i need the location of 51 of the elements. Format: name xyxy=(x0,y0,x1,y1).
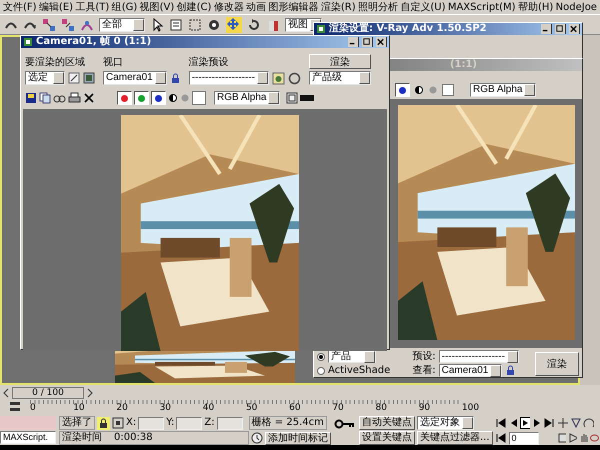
selection-filter-dropdown[interactable]: 全部 xyxy=(99,18,145,32)
menu-item[interactable]: MAXScript(M) xyxy=(448,2,516,12)
selection-count: 选择了 xyxy=(59,416,95,430)
coordinate-label: X: xyxy=(126,417,136,429)
render-time-label: 渲染时间 xyxy=(62,432,102,444)
window-title: 渲染设置: V-Ray Adv 1.50.SP2 xyxy=(329,23,487,35)
key-filters-button[interactable]: 关键点过滤器... xyxy=(417,431,493,445)
render-button[interactable]: 渲染 xyxy=(308,54,371,69)
menu-item[interactable]: 动画 xyxy=(246,0,266,14)
menu-item[interactable]: 帮助(H) xyxy=(518,0,554,14)
field-label: 预设: xyxy=(412,350,436,362)
field-label: 视口 xyxy=(103,57,124,69)
field-label: 要渲染的区域 xyxy=(25,57,86,69)
render-mode-dropdown[interactable]: 产品 xyxy=(328,350,376,363)
menu-item[interactable]: 照明分析 xyxy=(358,0,398,14)
menu-item[interactable]: 工具(T) xyxy=(75,0,110,14)
menu-item[interactable]: 创建(C) xyxy=(176,0,212,14)
render-mode-radio[interactable]: ActiveShade xyxy=(317,365,390,376)
coordinate-label: Y: xyxy=(166,417,174,429)
grid-size: 栅格 = 25.4cm xyxy=(248,416,327,430)
menu-item[interactable]: 渲染(R) xyxy=(320,0,356,14)
view-dropdown[interactable]: Camera01 xyxy=(438,364,502,377)
render-time-value: 0:00:38 xyxy=(114,432,153,444)
field-label: 查看: xyxy=(412,364,436,376)
menu-item[interactable]: 视图(V) xyxy=(140,0,174,14)
script-field[interactable]: MAXScript. xyxy=(0,431,56,444)
viewport-dropdown[interactable]: Camera01 xyxy=(103,71,167,85)
current-frame-field[interactable]: 0 xyxy=(508,432,539,444)
render-mode-dropdown[interactable]: 产品级 xyxy=(308,71,371,85)
window-title: (1:1) xyxy=(450,59,477,71)
key-target-dropdown[interactable]: 选定对象 xyxy=(417,416,474,430)
menu-item[interactable]: 组(G) xyxy=(112,0,138,14)
render-preset-dropdown[interactable]: ------------------- xyxy=(188,71,269,85)
coordinate-label: Z: xyxy=(204,417,215,429)
menu-item[interactable]: 编辑(E) xyxy=(38,0,74,14)
time-slider-handle[interactable]: 0 / 100 xyxy=(12,386,84,398)
render-area-dropdown[interactable]: 选定 xyxy=(25,71,65,85)
window-title: Camera01, 帧 0 (1:1) xyxy=(36,36,152,48)
menu-item[interactable]: 自定义(U) xyxy=(400,0,446,14)
channel-dropdown[interactable]: RGB Alpha xyxy=(470,83,536,97)
preset-dropdown[interactable]: ------------------- xyxy=(438,350,519,363)
menu-item[interactable]: 图形编辑器 xyxy=(268,0,318,14)
menu-item[interactable]: NodeJoe xyxy=(556,2,597,12)
render-button[interactable]: 渲染 xyxy=(535,352,579,376)
add-time-tag-button[interactable]: 添加时间标记 xyxy=(265,432,331,444)
menu-item[interactable]: 文件(F) xyxy=(3,0,37,14)
menu-item[interactable]: 修改器 xyxy=(214,0,244,14)
channel-dropdown[interactable]: RGB Alpha xyxy=(214,91,280,105)
auto-key-button[interactable]: 自动关键点 xyxy=(359,416,415,430)
set-key-button[interactable]: 设置关键点 xyxy=(359,431,415,445)
field-label: 渲染预设 xyxy=(188,57,230,69)
